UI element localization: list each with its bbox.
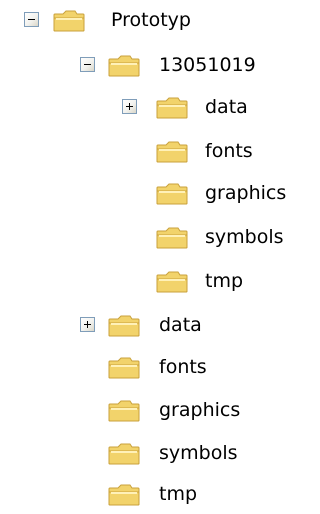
minus-icon[interactable] <box>80 57 95 72</box>
folder-icon <box>108 484 140 506</box>
tree-node-tmp-level-2[interactable]: tmp <box>0 261 320 301</box>
tree-node-label: data <box>159 314 202 336</box>
tree-node-graphics-level-2[interactable]: graphics <box>0 173 320 213</box>
tree-node-fonts-level-1[interactable]: fonts <box>0 347 320 387</box>
tree-node-label: symbols <box>159 442 238 464</box>
tree-node-label: data <box>205 96 248 118</box>
folder-icon <box>156 183 188 205</box>
folder-icon <box>156 271 188 293</box>
plus-icon[interactable] <box>80 317 95 332</box>
tree-node-fonts-level-2[interactable]: fonts <box>0 131 320 171</box>
folder-icon <box>156 227 188 249</box>
tree-node-prototyp[interactable]: Prototyp <box>0 0 320 40</box>
tree-node-label: Prototyp <box>111 9 191 31</box>
tree-node-data-level-2[interactable]: data <box>0 87 320 127</box>
folder-icon <box>53 10 85 32</box>
tree-node-tmp-level-1[interactable]: tmp <box>0 474 320 514</box>
folder-icon <box>108 55 140 77</box>
folder-icon <box>108 400 140 422</box>
folder-tree: Prototyp 13051019 data fonts graphics sy… <box>0 0 320 507</box>
folder-icon <box>156 97 188 119</box>
tree-node-symbols-level-1[interactable]: symbols <box>0 433 320 473</box>
tree-node-label: fonts <box>205 140 253 162</box>
tree-node-label: fonts <box>159 356 207 378</box>
minus-icon[interactable] <box>24 12 39 27</box>
folder-icon <box>108 443 140 465</box>
tree-node-label: 13051019 <box>159 54 256 76</box>
tree-node-label: graphics <box>205 182 287 204</box>
folder-icon <box>108 315 140 337</box>
tree-node-label: tmp <box>159 483 198 505</box>
tree-node-data-level-1[interactable]: data <box>0 305 320 345</box>
tree-node-13051019[interactable]: 13051019 <box>0 45 320 85</box>
tree-node-symbols-level-2[interactable]: symbols <box>0 217 320 257</box>
tree-node-label: symbols <box>205 226 284 248</box>
tree-node-label: tmp <box>205 270 244 292</box>
folder-icon <box>156 141 188 163</box>
tree-node-graphics-level-1[interactable]: graphics <box>0 390 320 430</box>
plus-icon[interactable] <box>122 99 137 114</box>
tree-node-label: graphics <box>159 399 241 421</box>
folder-icon <box>108 357 140 379</box>
